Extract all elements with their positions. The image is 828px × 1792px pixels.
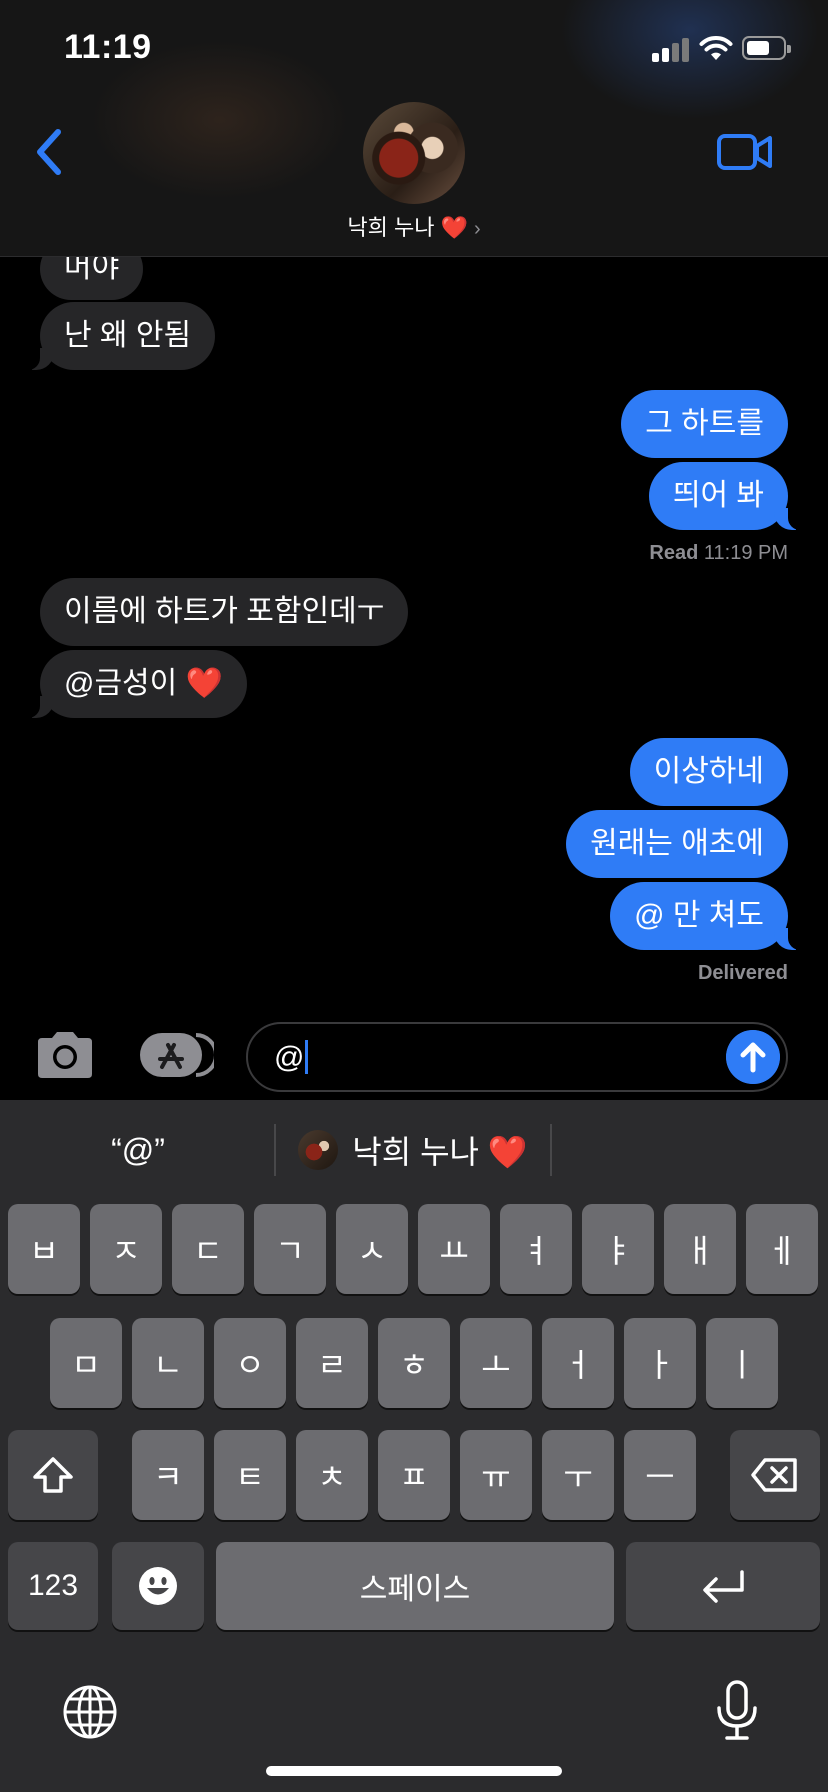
conversation-header: 11:19 낙희 누나 ❤️ › [0, 0, 828, 257]
message-text: 이름에 하트가 포함인데ㅜ [64, 595, 385, 628]
key-letter[interactable]: ㅎ [378, 1318, 450, 1408]
key-letter[interactable]: ㅂ [8, 1204, 80, 1294]
key-letter[interactable]: ㅠ [460, 1430, 532, 1520]
key-letter[interactable]: ㅁ [50, 1318, 122, 1408]
contact-avatar[interactable] [363, 102, 465, 204]
key-letter[interactable]: ㅗ [460, 1318, 532, 1408]
read-label: Read [649, 542, 699, 564]
app-store-icon[interactable] [138, 1031, 214, 1079]
key-letter[interactable]: ㅓ [542, 1318, 614, 1408]
send-arrow-icon[interactable] [726, 1030, 780, 1084]
space-key[interactable]: 스페이스 [216, 1542, 614, 1630]
message-text: 이상하네 [653, 755, 764, 788]
key-letter[interactable]: ㅌ [214, 1430, 286, 1520]
key-letter[interactable]: ㅈ [90, 1204, 162, 1294]
key-letter[interactable]: ㅔ [746, 1204, 818, 1294]
key-letter[interactable]: ㅊ [296, 1430, 368, 1520]
key-letter[interactable]: ㅐ [664, 1204, 736, 1294]
message-input[interactable]: @ [246, 1022, 788, 1092]
message-input-text[interactable]: @ [274, 1040, 309, 1075]
key-letter[interactable]: ㅑ [582, 1204, 654, 1294]
message-input-value: @ [274, 1041, 305, 1074]
key-letter[interactable]: ㅅ [336, 1204, 408, 1294]
read-time: 11:19 PM [703, 542, 788, 564]
key-letter[interactable]: ㄱ [254, 1204, 326, 1294]
signal-icon [652, 36, 692, 62]
key-letter[interactable]: ㅏ [624, 1318, 696, 1408]
suggestion-quoted[interactable]: “@” [40, 1108, 236, 1192]
suggestion-text: “@” [111, 1131, 165, 1168]
key-letter[interactable]: ㅣ [706, 1318, 778, 1408]
outgoing-message[interactable]: 띄어 봐 [648, 462, 803, 530]
key-letter[interactable]: ㄷ [172, 1204, 244, 1294]
message-text: @ 만 쳐도 [634, 899, 764, 932]
microphone-icon[interactable] [712, 1680, 762, 1742]
key-letter[interactable]: ㄴ [132, 1318, 204, 1408]
key-letter[interactable]: ㅇ [214, 1318, 286, 1408]
video-call-icon[interactable] [716, 132, 774, 172]
suggestion-avatar [298, 1130, 339, 1170]
message-text: 원래는 애초에 [590, 827, 764, 860]
outgoing-message[interactable]: 이상하네 [629, 738, 788, 806]
emoji-icon [139, 1567, 177, 1605]
suggestion-contact[interactable]: 낙희 누나 ❤️ [276, 1108, 550, 1192]
key-letter[interactable]: ㅕ [500, 1204, 572, 1294]
status-time: 11:19 [64, 28, 152, 66]
back-icon[interactable] [28, 124, 68, 180]
incoming-message[interactable]: @금성이 ❤️ [26, 650, 247, 718]
delete-key[interactable] [730, 1430, 820, 1520]
suggestion-text: 낙희 누나 ❤️ [352, 1134, 528, 1170]
key-letter[interactable]: ㅡ [624, 1430, 696, 1520]
delivered-label: Delivered [697, 962, 788, 984]
incoming-message[interactable]: 난 왜 안됨 [25, 302, 216, 370]
key-letter[interactable]: ㅋ [132, 1430, 204, 1520]
message-text: @금성이 ❤️ [64, 667, 223, 700]
message-text: 그 하트를 [645, 407, 764, 440]
read-receipt: Read 11:19 PM [649, 542, 788, 565]
shift-key[interactable] [8, 1430, 98, 1520]
key-letter[interactable]: ㅍ [378, 1430, 450, 1520]
numbers-key[interactable]: 123 [8, 1542, 98, 1630]
key-letter[interactable]: ㅜ [542, 1430, 614, 1520]
key-letter[interactable]: ㅛ [418, 1204, 490, 1294]
globe-icon[interactable] [62, 1684, 118, 1740]
return-key[interactable] [626, 1542, 820, 1630]
message-text: 난 왜 안됨 [64, 319, 192, 352]
incoming-message[interactable]: 이름에 하트가 포함인데ㅜ [40, 578, 409, 646]
suggestion-divider [550, 1124, 552, 1176]
contact-name: 낙희 누나 ❤️ [347, 215, 468, 240]
outgoing-message[interactable]: 그 하트를 [621, 390, 788, 458]
home-indicator[interactable] [266, 1766, 562, 1776]
delivered-receipt: Delivered [698, 962, 788, 985]
chevron-right-icon: › [473, 218, 481, 240]
camera-icon[interactable] [34, 1030, 96, 1080]
outgoing-message[interactable]: @ 만 쳐도 [610, 882, 802, 950]
delete-icon [751, 1458, 797, 1492]
text-caret [305, 1040, 309, 1074]
return-icon [703, 1570, 744, 1603]
message-text: 띄어 봐 [672, 479, 764, 512]
wifi-icon [699, 36, 733, 60]
outgoing-message[interactable]: 원래는 애초에 [566, 810, 788, 878]
contact-name-button[interactable]: 낙희 누나 ❤️ › [0, 210, 828, 242]
battery-icon [742, 36, 791, 60]
emoji-key[interactable] [112, 1542, 204, 1630]
shift-icon [33, 1457, 73, 1493]
key-letter[interactable]: ㄹ [296, 1318, 368, 1408]
